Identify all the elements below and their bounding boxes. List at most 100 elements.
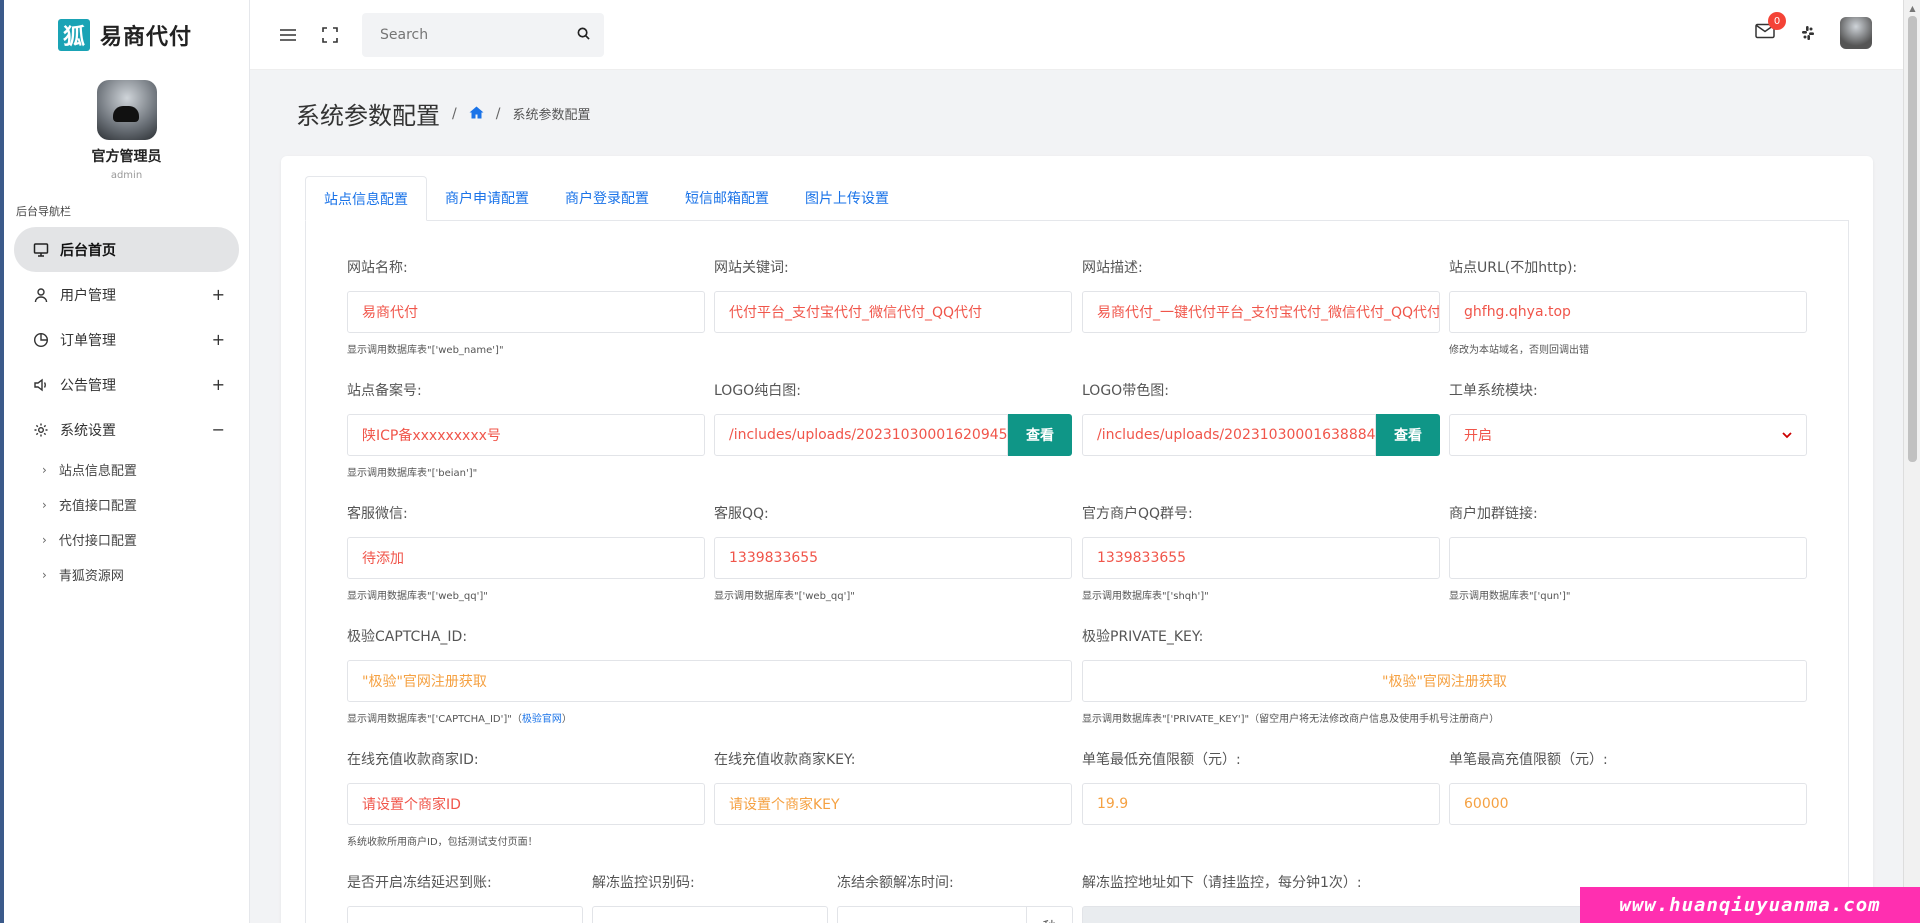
plus-icon[interactable]: + (212, 285, 225, 304)
scroll-thumb[interactable] (1908, 16, 1917, 462)
sidebar-item-label: 订单管理 (60, 332, 116, 349)
unfreeze-time-input[interactable]: 秒 (837, 906, 1073, 923)
sidebar-subitem-label: 充值接口配置 (58, 499, 137, 514)
web-keywords-input[interactable]: 代付平台_支付宝代付_微信代付_QQ代付 (714, 291, 1072, 333)
tab-site-info[interactable]: 站点信息配置 (305, 176, 427, 221)
beian-input[interactable]: 陕ICP备xxxxxxxxx号 (347, 414, 705, 456)
field-ticket-module: 工单系统模块: 开启 (1449, 380, 1807, 456)
field-help: 显示调用数据库表"['web_name']" (347, 345, 504, 356)
brand-name: 易商代付 (100, 25, 193, 50)
field-unfreeze-code: 解冻监控识别码: (592, 872, 828, 923)
sidebar-item-announcements[interactable]: 公告管理 + (14, 362, 239, 407)
plus-icon[interactable]: + (212, 375, 225, 394)
search-input[interactable] (380, 26, 577, 43)
sidebar-subitem-recharge-api[interactable]: › 充值接口配置 (4, 487, 249, 522)
help-text: 显示调用数据库表"['CAPTCHA_ID']"（ (347, 714, 522, 725)
site-url-input[interactable]: ghfhg.qhya.top (1449, 291, 1807, 333)
minus-icon[interactable]: − (212, 420, 225, 439)
chevron-right-icon: › (42, 462, 47, 477)
tab-merchant-apply[interactable]: 商户申请配置 (427, 176, 547, 221)
web-name-input[interactable]: 易商代付 (347, 291, 705, 333)
sidebar-subitem-site-info[interactable]: › 站点信息配置 (4, 452, 249, 487)
field-label: LOGO带色图: (1082, 383, 1169, 399)
view-logo-white-button[interactable]: 查看 (1008, 414, 1072, 456)
field-label: 官方商户QQ群号: (1082, 506, 1193, 522)
sidebar-item-orders[interactable]: 订单管理 + (14, 317, 239, 362)
sidebar-subitem-payout-api[interactable]: › 代付接口配置 (4, 522, 249, 557)
tab-content: 网站名称: 易商代付 显示调用数据库表"['web_name']" 网站关键词:… (305, 221, 1849, 923)
field-label: 商户加群链接: (1449, 506, 1538, 522)
profile: 官方管理员 admin (4, 80, 249, 181)
sidebar-subitem-label: 站点信息配置 (58, 464, 137, 479)
sidebar-item-settings[interactable]: 系统设置 − (14, 407, 239, 452)
slack-icon[interactable] (1796, 21, 1820, 45)
field-label: 工单系统模块: (1449, 383, 1538, 399)
plus-icon[interactable]: + (212, 330, 225, 349)
field-merchant-id: 在线充值收款商家ID: 请设置个商家ID 系统收款所用商户ID，包括测试支付页面… (347, 749, 705, 848)
logo-white-input[interactable]: /includes/uploads/20231030001620945.jpg (714, 414, 1008, 456)
field-max-recharge: 单笔最高充值限额（元）: 60000 (1449, 749, 1807, 825)
chevron-right-icon: › (42, 532, 47, 547)
user-avatar[interactable] (1840, 17, 1872, 49)
sidebar-subitem-resource-site[interactable]: › 青狐资源网 (4, 557, 249, 592)
qq-group-input[interactable]: 1339833655 (1082, 537, 1440, 579)
field-help: 显示调用数据库表"['web_qq']" (347, 591, 488, 602)
field-label: 冻结余额解冻时间: (837, 875, 954, 891)
field-help: 显示调用数据库表"['beian']" (347, 468, 478, 479)
field-web-name: 网站名称: 易商代付 显示调用数据库表"['web_name']" (347, 257, 705, 356)
field-wechat: 客服微信: 待添加 显示调用数据库表"['web_qq']" (347, 503, 705, 602)
tab-sms-email[interactable]: 短信邮箱配置 (667, 176, 787, 221)
unfreeze-code-input[interactable] (592, 906, 828, 923)
min-recharge-input[interactable]: 19.9 (1082, 783, 1440, 825)
sidebar-subitem-label: 青狐资源网 (58, 569, 124, 584)
mail-button[interactable]: 0 (1752, 12, 1786, 46)
group-link-input[interactable] (1449, 537, 1807, 579)
logo-color-group: /includes/uploads/20231030001638884.jpg … (1082, 414, 1440, 456)
field-web-keywords: 网站关键词: 代付平台_支付宝代付_微信代付_QQ代付 (714, 257, 1072, 333)
max-recharge-input[interactable]: 60000 (1449, 783, 1807, 825)
field-help: 显示调用数据库表"['PRIVATE_KEY']"（留空用户将无法修改商户信息及… (1082, 714, 1500, 725)
search-icon[interactable] (577, 25, 590, 44)
wechat-input[interactable]: 待添加 (347, 537, 705, 579)
field-label: 网站关键词: (714, 260, 789, 276)
freeze-delay-select[interactable] (347, 906, 583, 923)
tab-merchant-login[interactable]: 商户登录配置 (547, 176, 667, 221)
monitor-icon (32, 241, 50, 259)
private-key-input[interactable]: "极验"官网注册获取 (1082, 660, 1807, 702)
select-value: 开启 (1464, 428, 1492, 444)
speaker-icon (32, 376, 50, 394)
field-label: 单笔最高充值限额（元）: (1449, 752, 1608, 768)
sidebar-item-dashboard[interactable]: 后台首页 (14, 227, 239, 272)
nav-title: 后台导航栏 (16, 205, 71, 218)
qq-input[interactable]: 1339833655 (714, 537, 1072, 579)
menu-icon[interactable] (276, 23, 300, 47)
merchant-id-input[interactable]: 请设置个商家ID (347, 783, 705, 825)
field-captcha-id: 极验CAPTCHA_ID: "极验"官网注册获取 显示调用数据库表"['CAPT… (347, 626, 1072, 725)
field-site-url: 站点URL(不加http): ghfhg.qhya.top 修改为本站域名，否则… (1449, 257, 1807, 356)
user-icon (32, 286, 50, 304)
field-help: 显示调用数据库表"['shqh']" (1082, 591, 1209, 602)
field-label: 客服微信: (347, 506, 408, 522)
captcha-id-input[interactable]: "极验"官网注册获取 (347, 660, 1072, 702)
notification-badge: 0 (1768, 12, 1786, 30)
web-desc-input[interactable]: 易商代付_一键代付平台_支付宝代付_微信代付_QQ代付 (1082, 291, 1440, 333)
brand[interactable]: 狐 易商代付 (4, 0, 249, 70)
ticket-module-select[interactable]: 开启 (1449, 414, 1807, 456)
sidebar-item-label: 系统设置 (60, 422, 116, 439)
pie-chart-icon (32, 331, 50, 349)
fullscreen-icon[interactable] (318, 23, 342, 47)
sidebar-item-users[interactable]: 用户管理 + (14, 272, 239, 317)
scroll-up-icon[interactable]: ▲ (1904, 0, 1920, 16)
scrollbar[interactable]: ▲ ▼ (1903, 0, 1920, 923)
geetest-link[interactable]: 极验官网 (522, 714, 562, 725)
tab-image-upload[interactable]: 图片上传设置 (787, 176, 907, 221)
field-label: 单笔最低充值限额（元）: (1082, 752, 1241, 768)
field-label: 网站描述: (1082, 260, 1143, 276)
merchant-key-input[interactable]: 请设置个商家KEY (714, 783, 1072, 825)
avatar[interactable] (96, 80, 157, 140)
home-icon[interactable] (469, 104, 484, 123)
logo-color-input[interactable]: /includes/uploads/20231030001638884.jpg (1082, 414, 1376, 456)
view-logo-color-button[interactable]: 查看 (1376, 414, 1440, 456)
field-logo-color: LOGO带色图: /includes/uploads/2023103000163… (1082, 380, 1440, 456)
field-label: 极验CAPTCHA_ID: (347, 629, 468, 645)
